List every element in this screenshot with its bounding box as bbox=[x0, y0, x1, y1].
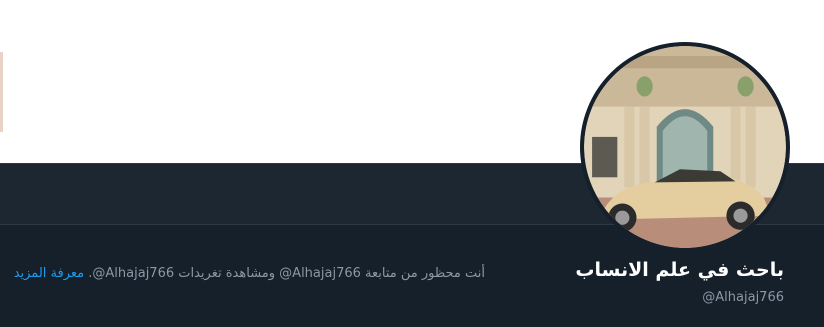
blocked-notice-text: أنت محظور من متابعة Alhajaj766@ ومشاهدة … bbox=[88, 266, 485, 281]
banner-edge-strip bbox=[0, 52, 3, 132]
profile-display-name: باحث في علم الانساب bbox=[575, 259, 784, 281]
profile-avatar[interactable] bbox=[580, 42, 790, 252]
learn-more-link[interactable]: معرفة المزيد bbox=[14, 266, 84, 281]
avatar-photo-icon bbox=[584, 46, 786, 248]
profile-handle: @Alhajaj766 bbox=[702, 290, 784, 305]
blocked-notice: أنت محظور من متابعة Alhajaj766@ ومشاهدة … bbox=[10, 266, 485, 281]
